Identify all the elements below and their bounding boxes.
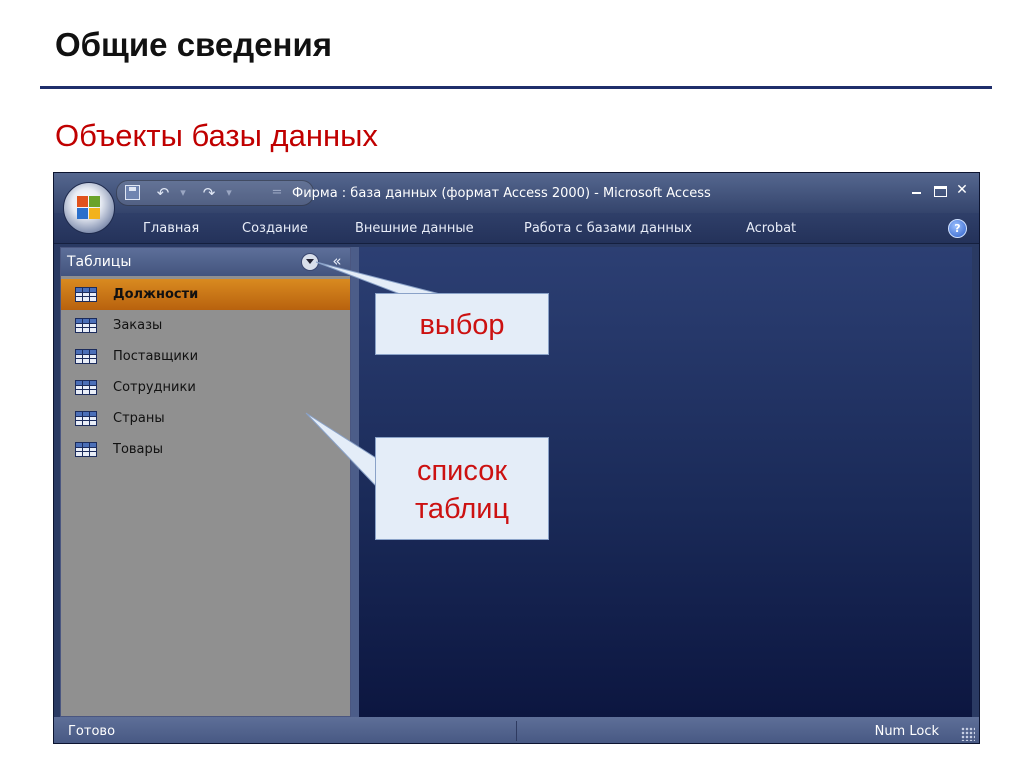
tab-create[interactable]: Создание xyxy=(242,221,308,236)
status-divider xyxy=(516,721,517,741)
nav-dropdown-icon[interactable] xyxy=(301,253,319,271)
office-button[interactable] xyxy=(63,182,115,234)
quick-access-toolbar: ↶ ▾ ↷ ▾ = xyxy=(116,180,314,206)
navigation-pane: Таблицы « Должности Заказы Поставщики Со… xyxy=(60,247,351,717)
list-item-label: Сотрудники xyxy=(113,380,196,395)
title-bar: ↶ ▾ ↷ ▾ = Фирма : база данных (формат Ac… xyxy=(54,173,979,213)
table-list: Должности Заказы Поставщики Сотрудники С… xyxy=(61,279,350,465)
callout-selector-text: выбор xyxy=(419,309,505,341)
list-item-employees[interactable]: Сотрудники xyxy=(61,372,350,403)
customize-qat-icon[interactable]: = xyxy=(267,184,287,202)
list-item-suppliers[interactable]: Поставщики xyxy=(61,341,350,372)
title-divider xyxy=(40,86,992,89)
table-icon xyxy=(75,349,97,364)
redo-dropdown-icon[interactable]: ▾ xyxy=(219,184,239,202)
list-item-orders[interactable]: Заказы xyxy=(61,310,350,341)
list-item-label: Должности xyxy=(113,287,199,302)
list-item-label: Поставщики xyxy=(113,349,199,364)
collapse-pane-icon[interactable]: « xyxy=(327,251,347,271)
table-icon xyxy=(75,442,97,457)
close-icon[interactable]: ✕ xyxy=(953,181,971,199)
tab-acrobat[interactable]: Acrobat xyxy=(746,221,796,236)
numlock-indicator: Num Lock xyxy=(874,724,939,739)
office-logo-icon xyxy=(77,196,101,220)
list-item-countries[interactable]: Страны xyxy=(61,403,350,434)
table-icon xyxy=(75,411,97,426)
save-icon[interactable] xyxy=(125,185,140,200)
table-icon xyxy=(75,318,97,333)
status-bar: Готово Num Lock xyxy=(54,717,979,743)
help-icon[interactable]: ? xyxy=(948,219,967,238)
window-title: Фирма : база данных (формат Access 2000)… xyxy=(292,186,711,201)
callout-selector: выбор xyxy=(375,293,549,355)
tab-external-data[interactable]: Внешние данные xyxy=(355,221,474,236)
tab-database-tools[interactable]: Работа с базами данных xyxy=(524,221,692,236)
slide-subtitle: Объекты базы данных xyxy=(55,118,378,153)
list-item-label: Заказы xyxy=(113,318,163,333)
nav-pane-title: Таблицы xyxy=(67,254,132,270)
undo-icon[interactable]: ↶ xyxy=(153,184,173,202)
callout-list-line2: таблиц xyxy=(414,493,510,525)
list-item-positions[interactable]: Должности xyxy=(61,279,350,310)
slide-title: Общие сведения xyxy=(55,26,333,63)
undo-dropdown-icon[interactable]: ▾ xyxy=(173,184,193,202)
callout-list-line1: список xyxy=(416,455,508,487)
nav-pane-header[interactable]: Таблицы « xyxy=(61,248,350,276)
pane-splitter[interactable] xyxy=(351,247,359,717)
callout-table-list: список таблиц xyxy=(375,437,549,540)
resize-grip-icon[interactable] xyxy=(961,727,975,741)
status-text: Готово xyxy=(68,724,116,739)
list-item-label: Страны xyxy=(113,411,165,426)
minimize-icon[interactable] xyxy=(907,181,925,199)
redo-icon[interactable]: ↷ xyxy=(199,184,219,202)
table-icon xyxy=(75,380,97,395)
tab-home[interactable]: Главная xyxy=(143,221,199,236)
maximize-icon[interactable] xyxy=(931,181,949,199)
table-icon xyxy=(75,287,97,302)
list-item-products[interactable]: Товары xyxy=(61,434,350,465)
list-item-label: Товары xyxy=(113,442,164,457)
ribbon-tabs: Главная Создание Внешние данные Работа с… xyxy=(54,213,979,244)
